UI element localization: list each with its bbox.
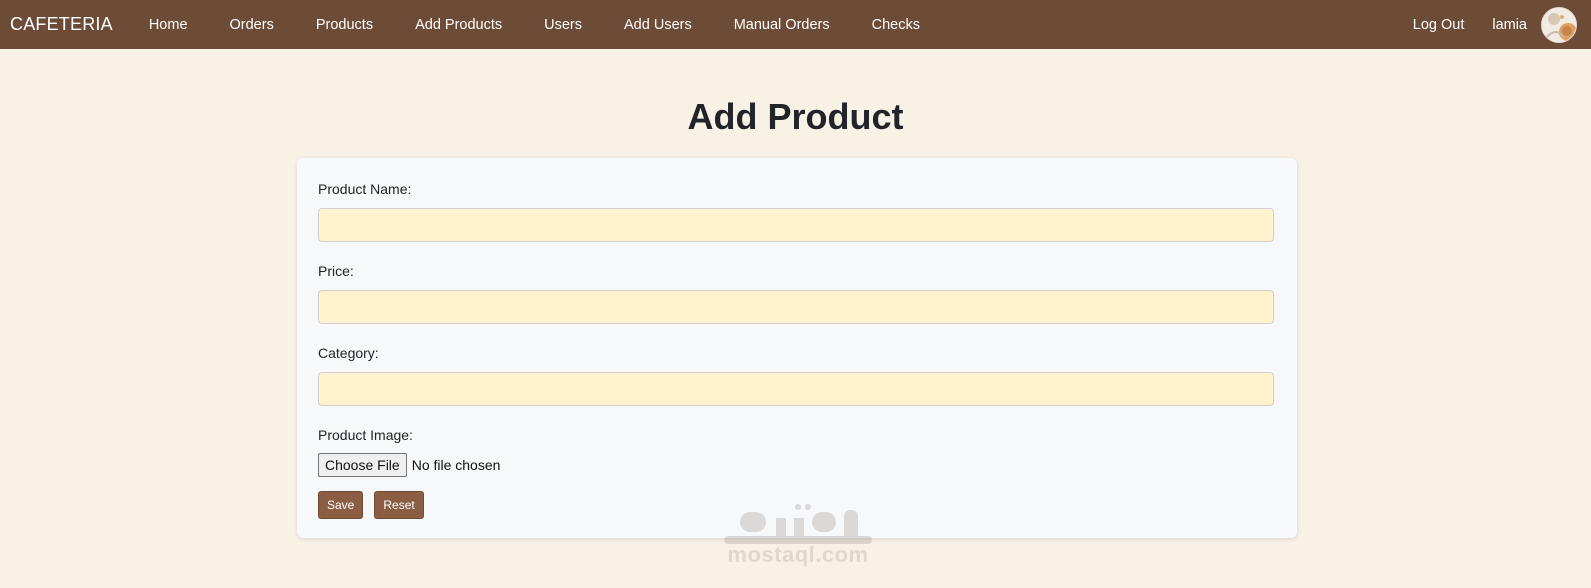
watermark-text: mostaql.com [727, 542, 869, 567]
product-name-input[interactable] [318, 208, 1274, 242]
nav-links: Home Orders Products Add Products Users … [128, 17, 941, 33]
nav-link-manual-orders[interactable]: Manual Orders [713, 17, 851, 33]
price-input[interactable] [318, 290, 1274, 324]
add-product-form-card: Product Name: Price: Category: Product I… [297, 158, 1297, 538]
product-image-label: Product Image: [318, 427, 413, 443]
file-status-text: No file chosen [411, 457, 501, 473]
nav-link-users[interactable]: Users [523, 17, 603, 33]
category-input[interactable] [318, 372, 1274, 406]
product-name-label: Product Name: [318, 181, 412, 197]
top-navbar: CAFETERIA Home Orders Products Add Produ… [0, 0, 1591, 49]
price-label: Price: [318, 263, 354, 279]
user-avatar[interactable] [1541, 6, 1577, 43]
category-label: Category: [318, 345, 379, 361]
nav-link-products[interactable]: Products [295, 17, 394, 33]
nav-link-home[interactable]: Home [128, 17, 209, 33]
file-picker: Choose File No file chosen [318, 453, 1276, 477]
nav-link-orders[interactable]: Orders [209, 17, 295, 33]
choose-file-button[interactable]: Choose File [318, 453, 407, 477]
logout-link[interactable]: Log Out [1399, 17, 1479, 33]
nav-link-checks[interactable]: Checks [851, 17, 941, 33]
username-label: lamia [1492, 16, 1527, 33]
nav-user-area: Log Out lamia [1399, 6, 1581, 43]
nav-link-add-products[interactable]: Add Products [394, 17, 523, 33]
nav-link-add-users[interactable]: Add Users [603, 17, 713, 33]
avatar-image [1542, 7, 1576, 42]
reset-button[interactable]: Reset [374, 491, 424, 519]
watermark: mostaql.com [718, 500, 878, 580]
page-title: Add Product [687, 96, 904, 137]
save-button[interactable]: Save [318, 491, 364, 519]
brand-logo[interactable]: CAFETERIA [10, 14, 113, 35]
mostaql-logo-icon [718, 500, 878, 546]
